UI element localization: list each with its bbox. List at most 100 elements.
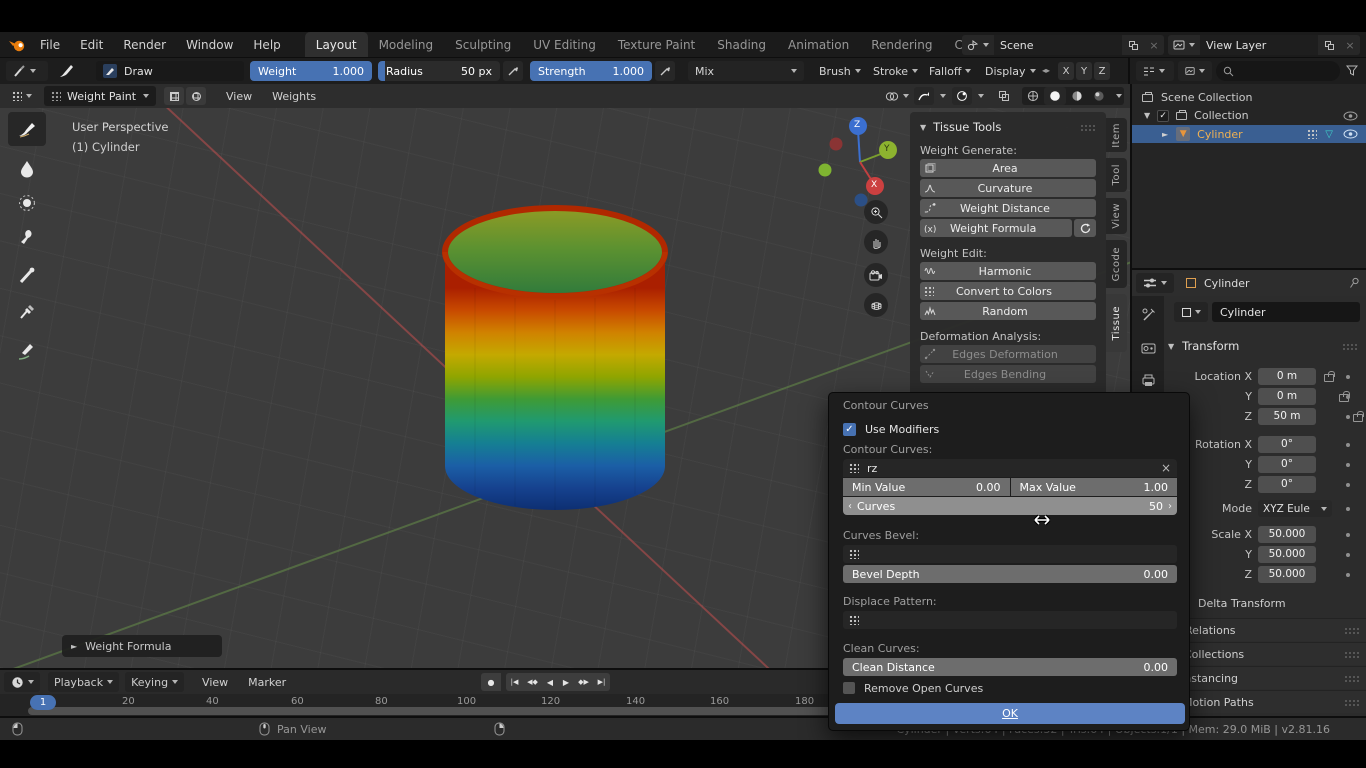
- outliner-row-cylinder[interactable]: ► ▼ Cylinder ▽: [1132, 125, 1366, 143]
- visibility-eye-icon[interactable]: [1343, 129, 1358, 139]
- zoom-button[interactable]: [864, 200, 888, 224]
- scene-name-field[interactable]: Scene: [994, 35, 1122, 55]
- timeline-view-menu[interactable]: View: [192, 670, 238, 694]
- menu-render[interactable]: Render: [113, 32, 176, 57]
- timeline-marker-menu[interactable]: Marker: [238, 670, 296, 694]
- ok-button[interactable]: OK: [835, 703, 1185, 724]
- remove-open-curves-checkbox[interactable]: [843, 682, 855, 694]
- scene-browse-button[interactable]: [962, 35, 994, 55]
- rot-x-animate-dot[interactable]: [1346, 443, 1350, 447]
- convert-to-colors-button[interactable]: Convert to Colors: [920, 282, 1096, 300]
- scale-y-animate-dot[interactable]: [1346, 553, 1350, 557]
- camera-view-button[interactable]: [864, 263, 888, 287]
- transform-panel-header[interactable]: ▼Transform: [1168, 336, 1364, 356]
- display-popover[interactable]: Display: [978, 61, 1036, 81]
- playback-menu[interactable]: Playback: [48, 672, 119, 692]
- collection-checkbox[interactable]: ✓: [1157, 110, 1169, 122]
- harmonic-button[interactable]: Harmonic: [920, 262, 1096, 280]
- weights-menu[interactable]: Weights: [262, 84, 326, 108]
- expand-icon[interactable]: ▼: [1144, 111, 1150, 120]
- tab-output[interactable]: [1132, 366, 1164, 394]
- workspace-tab-animation[interactable]: Animation: [777, 32, 860, 57]
- object-name-field[interactable]: Cylinder: [1212, 302, 1360, 322]
- rot-z-animate-dot[interactable]: [1346, 483, 1350, 487]
- scale-z-field[interactable]: 50.000: [1258, 566, 1316, 583]
- shading-solid-button[interactable]: [1044, 87, 1066, 105]
- play-reverse-button[interactable]: ◀: [542, 673, 558, 691]
- mesh-data-icon[interactable]: ▽: [1325, 129, 1333, 140]
- remove-open-curves-row[interactable]: Remove Open Curves: [843, 681, 983, 695]
- workspace-tab-sculpting[interactable]: Sculpting: [444, 32, 522, 57]
- tab-render[interactable]: [1132, 334, 1164, 362]
- max-value-field[interactable]: Max Value1.00: [1011, 478, 1178, 496]
- loc-z-animate-dot[interactable]: [1346, 415, 1350, 419]
- cylinder-object[interactable]: [430, 202, 680, 522]
- outliner-row-scene-collection[interactable]: Scene Collection: [1132, 89, 1366, 106]
- scene-copy-button[interactable]: [1122, 35, 1144, 55]
- shading-rendered-button[interactable]: [1088, 87, 1110, 105]
- menu-file[interactable]: File: [30, 32, 70, 57]
- next-keyframe-button[interactable]: ◆▶: [574, 673, 593, 691]
- strength-pressure-toggle[interactable]: [655, 61, 675, 81]
- blender-logo-icon[interactable]: [8, 38, 26, 52]
- mode-dropdown[interactable]: Weight Paint: [44, 86, 156, 106]
- pin-icon[interactable]: [1349, 277, 1360, 289]
- editor-type-button[interactable]: [4, 86, 40, 106]
- loc-z-field[interactable]: 50 m: [1258, 408, 1316, 425]
- loc-z-lock-icon[interactable]: [1353, 411, 1364, 422]
- shading-material-button[interactable]: [1066, 87, 1088, 105]
- loc-y-animate-dot[interactable]: [1346, 395, 1350, 399]
- view-layer-copy-button[interactable]: [1318, 35, 1340, 55]
- displace-pattern-field[interactable]: [843, 611, 1177, 629]
- snap-toggle[interactable]: [914, 87, 934, 105]
- gizmo-y-label[interactable]: Y: [884, 144, 890, 154]
- outliner-filter-dropdown[interactable]: [1136, 61, 1174, 81]
- scale-y-field[interactable]: 50.000: [1258, 546, 1316, 563]
- view-menu[interactable]: View: [216, 84, 262, 108]
- weight-formula-refresh-button[interactable]: [1074, 219, 1096, 237]
- tool-smear-button[interactable]: [8, 222, 46, 252]
- mode-animate-dot[interactable]: [1346, 507, 1350, 511]
- curves-bevel-field[interactable]: [843, 545, 1177, 563]
- active-brush-icon[interactable]: [58, 63, 76, 79]
- tool-gradient-button[interactable]: [8, 260, 46, 292]
- curvature-button[interactable]: Curvature: [920, 179, 1096, 197]
- curve-name-field[interactable]: rz ×: [843, 459, 1177, 477]
- prev-keyframe-button[interactable]: ◀◆: [523, 673, 542, 691]
- loc-x-field[interactable]: 0 m: [1258, 368, 1316, 385]
- tool-selector-dropdown[interactable]: [6, 61, 48, 81]
- navigation-gizmo[interactable]: Z Y X: [818, 112, 902, 208]
- scale-x-animate-dot[interactable]: [1346, 533, 1350, 537]
- random-button[interactable]: Random: [920, 302, 1096, 320]
- tool-annotate-button[interactable]: [8, 334, 46, 368]
- proportional-options-dropdown[interactable]: [972, 87, 986, 105]
- menu-edit[interactable]: Edit: [70, 32, 113, 57]
- show-overlays-toggle[interactable]: [994, 87, 1014, 105]
- blend-mode-dropdown[interactable]: Mix: [688, 61, 804, 81]
- tissue-panel-header[interactable]: ▼Tissue Tools: [920, 118, 1096, 136]
- edges-deformation-button[interactable]: Edges Deformation: [920, 345, 1096, 363]
- loc-y-field[interactable]: 0 m: [1258, 388, 1316, 405]
- gizmo-x-label[interactable]: X: [871, 180, 877, 190]
- paint-mask-face-toggle[interactable]: [164, 87, 184, 105]
- bevel-depth-slider[interactable]: Bevel Depth0.00: [843, 565, 1177, 583]
- panel-drag-handle[interactable]: [1080, 124, 1096, 131]
- outliner-search-input[interactable]: [1216, 61, 1340, 81]
- tool-draw-button[interactable]: [8, 112, 46, 146]
- rot-x-field[interactable]: 0°: [1258, 436, 1316, 453]
- overlays-dropdown[interactable]: [880, 86, 914, 106]
- auto-keying-record-button[interactable]: ●: [481, 673, 501, 691]
- weight-distance-button[interactable]: Weight Distance: [920, 199, 1096, 217]
- rot-z-field[interactable]: 0°: [1258, 476, 1316, 493]
- use-modifiers-checkbox[interactable]: ✓: [843, 423, 856, 436]
- weight-slider[interactable]: Weight1.000: [250, 61, 372, 81]
- tool-blur-button[interactable]: [8, 154, 46, 184]
- delta-transform-panel[interactable]: Delta Transform: [1198, 597, 1286, 610]
- strength-slider[interactable]: Strength1.000: [530, 61, 652, 81]
- brush-name-field[interactable]: Draw: [96, 61, 244, 81]
- orthographic-toggle-button[interactable]: [864, 293, 888, 317]
- loc-x-lock-icon[interactable]: [1324, 371, 1335, 382]
- operator-redo-panel[interactable]: ►Weight Formula: [62, 635, 222, 657]
- view-layer-delete-button[interactable]: ×: [1340, 35, 1360, 55]
- tool-average-button[interactable]: [8, 188, 46, 218]
